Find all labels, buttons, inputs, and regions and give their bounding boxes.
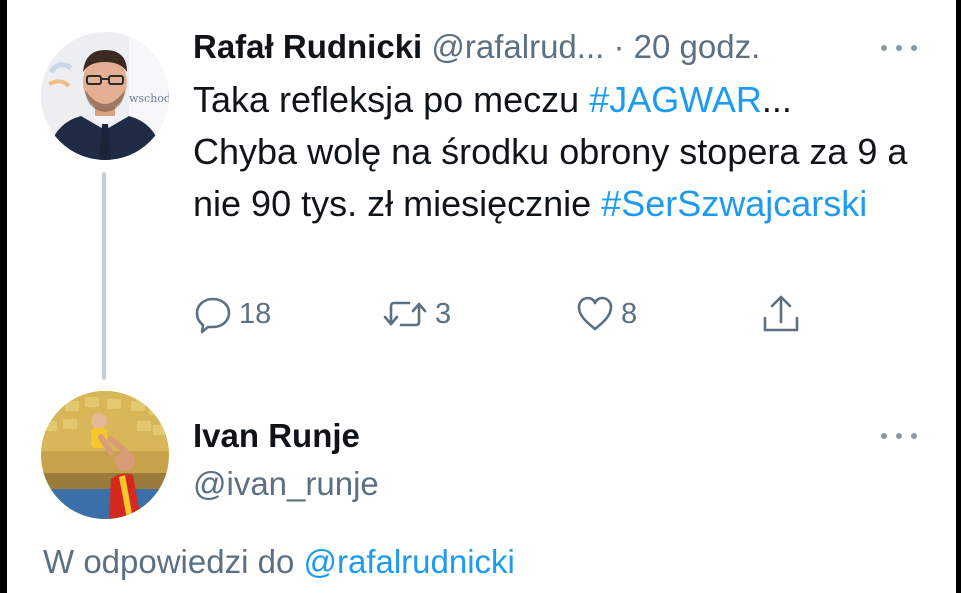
more-icon [896,45,902,51]
retweet-count: 3 [435,297,452,330]
avatar-rafal-rudnicki[interactable]: wschod [41,32,169,160]
tweet-text-part: Taka refleksja po meczu [193,79,590,120]
like-button[interactable]: 8 [575,292,637,336]
share-icon [763,295,799,332]
more-icon [881,433,887,439]
author-name[interactable]: Rafał Rudnicki [193,28,422,65]
tweet-text: Taka refleksja po meczu #JAGWAR... Chyba … [193,74,933,230]
reply-author-handle[interactable]: @ivan_runje [193,462,379,506]
more-icon [911,45,917,51]
reply-context-handle[interactable]: @rafalrudnicki [303,543,514,580]
reply-context-label: W odpowiedzi do [43,543,304,580]
header-separator: · [613,28,625,65]
like-icon [577,296,613,331]
reply-icon [195,297,231,334]
retweet-icon [383,301,427,327]
avatar-ivan-runje[interactable] [41,391,169,519]
retweet-button[interactable]: 3 [381,292,451,336]
reply-author-name[interactable]: Ivan Runje [193,414,360,458]
hashtag-serszwajcarski[interactable]: #SerSzwajcarski [601,183,867,224]
tweet-header: Rafał Rudnicki @rafalrud... · 20 godz. [193,24,760,70]
like-count: 8 [621,297,638,330]
avatar-rafal-image: wschod [41,32,169,160]
avatar-ivan-image [41,391,169,519]
more-icon [896,433,902,439]
avatar-caption: wschod [129,92,169,105]
thread-connector-line [102,172,106,380]
reply-button[interactable]: 18 [193,292,271,336]
reply-more-options-button[interactable] [881,428,919,442]
more-options-button[interactable] [881,40,919,54]
tweet-thread: wschod Rafał Rudnicki @rafalrud... · 20 … [7,0,956,593]
more-icon [911,433,917,439]
hashtag-jagwar[interactable]: #JAGWAR [589,79,762,120]
reply-count: 18 [239,297,272,330]
more-icon [881,45,887,51]
reply-context: W odpowiedzi do @rafalrudnicki [43,539,515,585]
share-button[interactable] [759,292,803,336]
tweet-timestamp[interactable]: 20 godz. [634,28,761,65]
author-handle[interactable]: @rafalrud... [431,28,604,65]
